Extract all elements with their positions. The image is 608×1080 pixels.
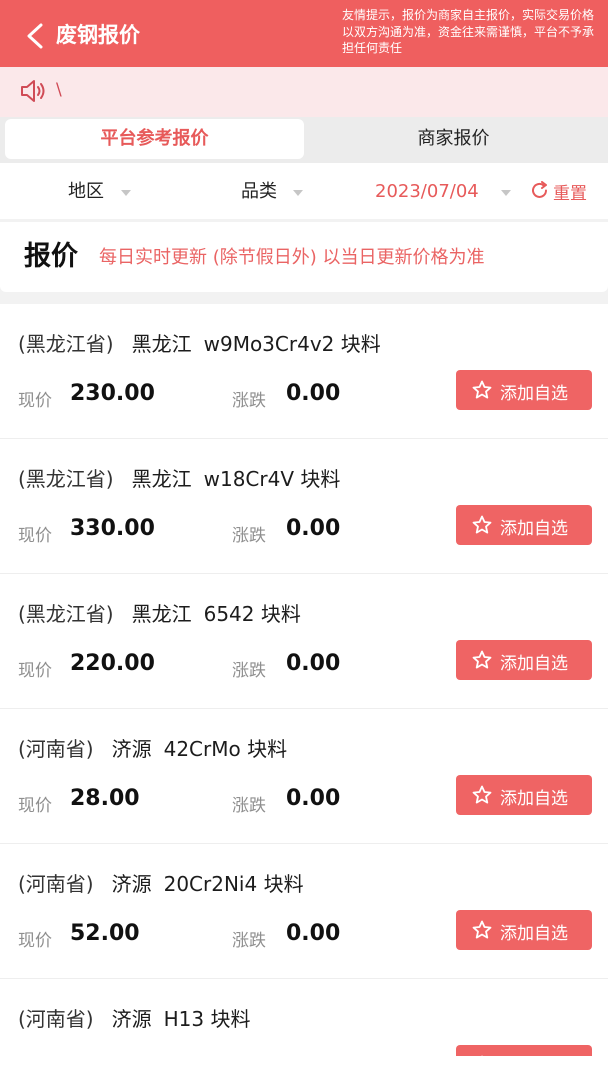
list-item: (黑龙江省) 黑龙江 w9Mo3Cr4v2 块料 现价 230.00 涨跌 0.00… [0,304,608,439]
add-favorite-label: 添加自选 [500,519,568,539]
price-label: 现价 [18,526,52,546]
bottom-safe-area [0,1056,608,1080]
item-title: (黑龙江省) 黑龙江 6542 块料 [18,600,301,628]
add-favorite-label: 添加自选 [500,789,568,809]
change-label: 涨跌 [232,391,266,411]
chevron-down-icon[interactable] [501,190,511,196]
add-favorite-label: 添加自选 [500,384,568,404]
announcement-text: \ [56,80,62,100]
item-product: 6542 块料 [203,602,301,626]
list-item: (河南省) 济源 20Cr2Ni4 块料 现价 52.00 涨跌 0.00 添加自选 [0,844,608,979]
item-province: (河南省) [18,737,94,761]
price-value: 330.00 [70,516,155,541]
item-title: (河南省) 济源 H13 块料 [18,1005,250,1033]
price-value: 28.00 [70,786,140,811]
price-list: (黑龙江省) 黑龙江 w9Mo3Cr4v2 块料 现价 230.00 涨跌 0.00… [0,304,608,1056]
item-title: (河南省) 济源 42CrMo 块料 [18,735,287,763]
add-favorite-button[interactable]: 添加自选 [456,910,592,950]
tab-platform-reference-price[interactable]: 平台参考报价 [5,119,304,159]
tab-merchant-price[interactable]: 商家报价 [304,119,603,159]
price-label: 现价 [18,391,52,411]
change-value: 0.00 [286,786,341,811]
reset-button[interactable]: 重置 [553,179,587,204]
item-city: 黑龙江 [131,467,192,491]
category-filter[interactable]: 品类 [241,179,277,205]
price-value: 52.00 [70,921,140,946]
region-filter[interactable]: 地区 [68,179,104,205]
date-filter[interactable]: 2023/07/04 [375,179,479,205]
change-label: 涨跌 [232,526,266,546]
top-header: 废钢报价 友情提示，报价为商家自主报价，实际交易价格以双方沟通为准，资金往来需谨… [0,0,608,67]
change-value: 0.00 [286,381,341,406]
add-favorite-button[interactable]: 添加自选 [456,640,592,680]
price-label: 现价 [18,931,52,951]
change-value: 0.00 [286,921,341,946]
change-label: 涨跌 [232,661,266,681]
change-label: 涨跌 [232,796,266,816]
item-product: 20Cr2Ni4 块料 [163,872,304,896]
chevron-down-icon[interactable] [293,190,303,196]
star-icon [472,785,492,804]
price-value: 220.00 [70,651,155,676]
item-title: (黑龙江省) 黑龙江 w9Mo3Cr4v2 块料 [18,330,381,358]
star-icon [472,515,492,534]
star-icon [472,920,492,939]
quote-title: 报价 [24,241,78,272]
item-title: (河南省) 济源 20Cr2Ni4 块料 [18,870,304,898]
change-label: 涨跌 [232,931,266,951]
quote-update-note: 每日实时更新 (除节假日外) 以当日更新价格为准 [99,247,485,268]
item-province: (黑龙江省) [18,602,114,626]
list-item: (黑龙江省) 黑龙江 w18Cr4V 块料 现价 330.00 涨跌 0.00 添加… [0,439,608,574]
chevron-left-icon[interactable] [22,22,48,50]
filter-bar: 地区 品类 2023/07/04 [0,163,608,219]
refresh-icon[interactable] [530,181,549,200]
item-product: w9Mo3Cr4v2 块料 [203,332,381,356]
item-province: (黑龙江省) [18,332,114,356]
chevron-down-icon[interactable] [121,190,131,196]
announcement-bar [0,67,608,117]
change-value: 0.00 [286,516,341,541]
item-city: 黑龙江 [131,332,192,356]
quote-info-card: 报价 每日实时更新 (除节假日外) 以当日更新价格为准 [0,222,608,292]
item-city: 济源 [111,1007,152,1031]
price-label: 现价 [18,796,52,816]
list-item: (河南省) 济源 42CrMo 块料 现价 28.00 涨跌 0.00 添加自选 [0,709,608,844]
item-city: 济源 [111,872,152,896]
item-product: H13 块料 [163,1007,251,1031]
item-product: 42CrMo 块料 [163,737,288,761]
star-icon [472,380,492,399]
add-favorite-label: 添加自选 [500,924,568,944]
item-province: (河南省) [18,872,94,896]
item-province: (河南省) [18,1007,94,1031]
item-city: 济源 [111,737,152,761]
price-label: 现价 [18,661,52,681]
page-title: 废钢报价 [56,23,140,47]
list-item: (黑龙江省) 黑龙江 6542 块料 现价 220.00 涨跌 0.00 添加自选 [0,574,608,709]
disclaimer-notice: 友情提示，报价为商家自主报价，实际交易价格以双方沟通为准，资金往来需谨慎，平台不… [342,8,595,55]
price-tabs: 平台参考报价 商家报价 [0,117,608,163]
add-favorite-button[interactable]: 添加自选 [456,370,592,410]
list-item: (河南省) 济源 H13 块料 添加自选 [0,979,608,1056]
star-icon [472,650,492,669]
add-favorite-label: 添加自选 [500,654,568,674]
add-favorite-button[interactable]: 添加自选 [456,505,592,545]
add-favorite-button[interactable]: 添加自选 [456,1045,592,1056]
price-value: 230.00 [70,381,155,406]
item-product: w18Cr4V 块料 [203,467,341,491]
item-city: 黑龙江 [131,602,192,626]
speaker-icon [21,80,45,102]
change-value: 0.00 [286,651,341,676]
item-title: (黑龙江省) 黑龙江 w18Cr4V 块料 [18,465,340,493]
add-favorite-button[interactable]: 添加自选 [456,775,592,815]
item-province: (黑龙江省) [18,467,114,491]
